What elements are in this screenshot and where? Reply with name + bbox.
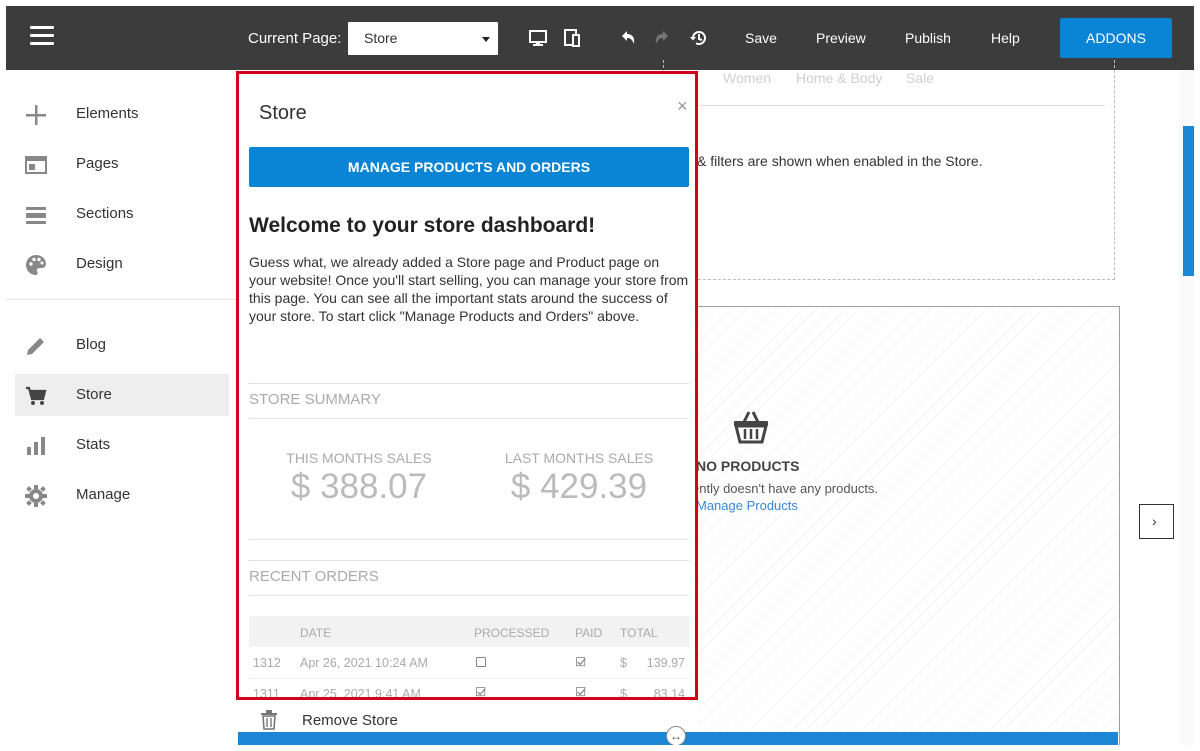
panel-title: Store bbox=[259, 102, 307, 124]
basket-icon bbox=[734, 411, 768, 444]
next-slide-button[interactable]: › bbox=[1139, 504, 1174, 539]
chevron-down-icon bbox=[482, 37, 490, 42]
save-button[interactable]: Save bbox=[745, 30, 777, 46]
plus-icon bbox=[26, 105, 46, 125]
manage-products-orders-button[interactable]: MANAGE PRODUCTS AND ORDERS bbox=[249, 147, 689, 187]
no-products-subtitle: ently doesn't have any products. bbox=[692, 481, 879, 496]
order-id[interactable]: 1312 bbox=[253, 656, 281, 670]
paid-check-icon bbox=[576, 687, 586, 697]
store-summary-title: STORE SUMMARY bbox=[249, 391, 381, 408]
processed-checkbox[interactable] bbox=[476, 657, 486, 667]
sidebar-item-label: Elements bbox=[76, 105, 139, 122]
order-id[interactable]: 1311 bbox=[253, 687, 280, 697]
welcome-text: Guess what, we already added a Store pag… bbox=[249, 254, 689, 324]
bar-chart-icon bbox=[27, 437, 45, 455]
publish-button[interactable]: Publish bbox=[905, 30, 951, 46]
store-filters-section bbox=[663, 60, 1115, 280]
menu-icon[interactable] bbox=[30, 26, 54, 46]
welcome-heading: Welcome to your store dashboard! bbox=[249, 214, 596, 237]
sidebar-item-label: Design bbox=[76, 255, 123, 272]
pages-icon bbox=[25, 156, 47, 174]
palette-icon bbox=[26, 255, 46, 275]
editor-window: Current Page: Store Save Preview Publish… bbox=[6, 6, 1194, 745]
sidebar-item-label: Manage bbox=[76, 486, 131, 503]
order-date: Apr 25, 2021 9:41 AM bbox=[300, 687, 421, 700]
sidebar-item-design[interactable]: Design bbox=[15, 243, 229, 285]
sections-icon bbox=[26, 207, 46, 224]
column-header-total[interactable]: TOTAL bbox=[620, 626, 658, 640]
sidebar-item-elements[interactable]: Elements bbox=[15, 93, 229, 135]
paid-check-icon bbox=[576, 657, 586, 667]
undo-icon[interactable] bbox=[618, 28, 638, 48]
history-icon[interactable] bbox=[688, 28, 708, 48]
tabs-divider bbox=[699, 105, 1105, 106]
no-products-title: NO PRODUCTS bbox=[696, 458, 800, 474]
desktop-icon[interactable] bbox=[528, 28, 548, 48]
sidebar-item-label: Store bbox=[76, 386, 112, 403]
gear-icon bbox=[25, 485, 47, 507]
order-date: Apr 26, 2021 10:24 AM bbox=[300, 656, 428, 670]
trash-icon bbox=[261, 710, 277, 730]
current-page-select[interactable]: Store bbox=[348, 22, 498, 55]
category-tab-sale[interactable]: Sale bbox=[906, 70, 934, 86]
processed-check-icon[interactable] bbox=[476, 687, 486, 697]
close-icon[interactable]: × bbox=[677, 96, 688, 117]
sidebar-item-label: Sections bbox=[76, 205, 134, 222]
cart-icon bbox=[26, 386, 47, 405]
manage-products-link[interactable]: Manage Products bbox=[696, 498, 798, 513]
sidebar-item-label: Stats bbox=[76, 436, 111, 453]
order-total: 83.14 bbox=[653, 687, 685, 700]
current-page-label: Current Page: bbox=[248, 30, 342, 47]
sidebar-item-stats[interactable]: Stats bbox=[15, 424, 229, 466]
column-header-processed[interactable]: PROCESSED bbox=[474, 626, 549, 640]
sidebar-divider bbox=[6, 299, 237, 300]
remove-store-row[interactable]: Remove Store bbox=[238, 700, 698, 734]
divider bbox=[249, 560, 689, 561]
sidebar-item-blog[interactable]: Blog bbox=[15, 324, 229, 366]
divider bbox=[249, 595, 689, 596]
category-tab-women[interactable]: Women bbox=[723, 70, 771, 86]
filters-info-text: & filters are shown when enabled in the … bbox=[697, 153, 983, 169]
resize-handle-icon[interactable]: ↔ bbox=[666, 726, 686, 745]
preview-button[interactable]: Preview bbox=[816, 30, 866, 46]
chevron-right-icon: › bbox=[1152, 513, 1157, 529]
help-button[interactable]: Help bbox=[991, 30, 1020, 46]
store-panel: Store × MANAGE PRODUCTS AND ORDERS Welco… bbox=[236, 71, 698, 700]
pencil-icon bbox=[27, 338, 44, 355]
redo-icon[interactable] bbox=[652, 28, 672, 48]
column-header-date[interactable]: DATE bbox=[300, 626, 331, 640]
sidebar-item-pages[interactable]: Pages bbox=[15, 143, 229, 185]
this-month-sales-label: THIS MONTHS SALES bbox=[286, 450, 432, 466]
addons-button[interactable]: ADDONS bbox=[1060, 18, 1172, 58]
sidebar-item-sections[interactable]: Sections bbox=[15, 193, 229, 235]
divider bbox=[249, 539, 689, 540]
scrollbar-thumb[interactable] bbox=[1183, 126, 1194, 276]
sidebar-item-store[interactable]: Store bbox=[15, 374, 229, 416]
remove-store-label[interactable]: Remove Store bbox=[302, 712, 398, 729]
divider bbox=[249, 383, 689, 384]
category-tab-home-body[interactable]: Home & Body bbox=[796, 70, 882, 86]
sidebar-item-manage[interactable]: Manage bbox=[15, 474, 229, 516]
last-month-sales-value: $ 429.39 bbox=[510, 467, 648, 506]
mobile-icon[interactable] bbox=[562, 28, 582, 48]
sidebar-item-label: Pages bbox=[76, 155, 119, 172]
last-month-sales-label: LAST MONTHS SALES bbox=[504, 450, 654, 466]
sidebar-item-label: Blog bbox=[76, 336, 107, 353]
row-divider bbox=[249, 678, 689, 679]
order-total: 139.97 bbox=[646, 656, 685, 670]
recent-orders-title: RECENT ORDERS bbox=[249, 568, 379, 585]
sidebar: Elements Pages Sections Design Blog Stor… bbox=[6, 70, 237, 745]
products-section bbox=[663, 306, 1120, 745]
column-header-paid[interactable]: PAID bbox=[575, 626, 602, 640]
current-page-value: Store bbox=[364, 30, 398, 46]
divider bbox=[249, 418, 689, 419]
this-month-sales-value: $ 388.07 bbox=[290, 467, 428, 506]
